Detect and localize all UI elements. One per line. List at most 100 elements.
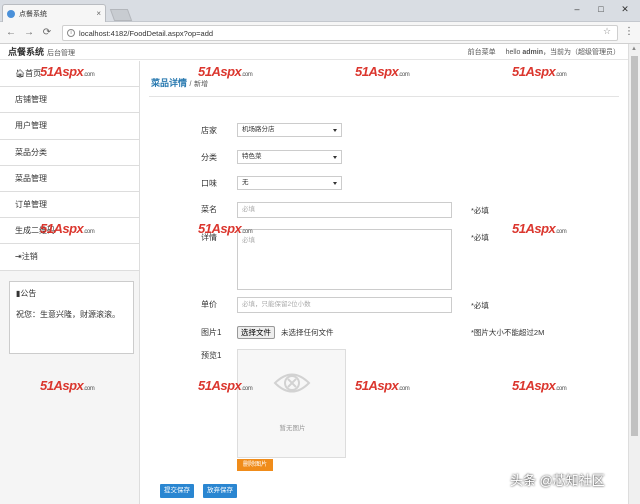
- watermark: 51Aspx.com: [40, 64, 95, 79]
- watermark-tld: .com: [83, 229, 95, 235]
- chevron-down-icon: [333, 182, 337, 185]
- watermark-tld: .com: [241, 72, 253, 78]
- maximize-icon[interactable]: □: [592, 2, 610, 16]
- choose-file-button[interactable]: 选择文件: [237, 326, 275, 339]
- file-status: 未选择任何文件: [281, 328, 334, 337]
- name-hint: *必填: [471, 206, 489, 215]
- sidebar-item-users[interactable]: 用户管理: [0, 113, 139, 140]
- sidebar-item-orders[interactable]: 订单管理: [0, 191, 139, 219]
- flavor-label: 口味: [201, 179, 217, 188]
- watermark-num: 51: [40, 221, 54, 236]
- sidebar-item-label: 注销: [21, 252, 38, 262]
- sidebar-item-categories[interactable]: 菜品分类: [0, 139, 139, 166]
- watermark: 51Aspx.com: [40, 378, 95, 393]
- watermark-word: Aspx: [525, 64, 556, 79]
- price-label: 单价: [201, 300, 217, 309]
- name-label: 菜名: [201, 205, 217, 214]
- preview-label: 预览1: [201, 351, 222, 360]
- sidebar-item-dishes[interactable]: 菜品管理: [0, 165, 139, 192]
- image-hint: *图片大小不能超过2M: [471, 328, 545, 337]
- price-input[interactable]: 必填，只能保留2位小数: [237, 297, 452, 313]
- category-label: 分类: [201, 153, 217, 162]
- sidebar-item-stores[interactable]: 店铺管理: [0, 87, 139, 114]
- minimize-icon[interactable]: –: [568, 2, 586, 16]
- watermark: 51Aspx.com: [512, 64, 567, 79]
- detail-hint: *必填: [471, 233, 489, 242]
- chevron-down-icon: [333, 129, 337, 132]
- submit-button[interactable]: 提交保存: [160, 484, 194, 498]
- watermark-num: 51: [512, 221, 526, 236]
- watermark-word: Aspx: [211, 64, 242, 79]
- store-select[interactable]: 机场路分店: [237, 123, 342, 137]
- app-brand[interactable]: 点餐系统 后台管理: [8, 45, 75, 58]
- watermark-word: Aspx: [368, 64, 399, 79]
- watermark-tld: .com: [555, 229, 567, 235]
- credit-watermark: 头条 @芯知社区: [510, 473, 605, 488]
- image-label: 图片1: [201, 328, 222, 337]
- front-menu-link[interactable]: 前台菜单: [468, 49, 496, 56]
- sidebar-item-label: 订单管理: [15, 199, 47, 209]
- brand-title: 点餐系统: [8, 47, 45, 57]
- flavor-value: 无: [242, 179, 249, 186]
- scrollbar-thumb[interactable]: [631, 56, 638, 436]
- category-select[interactable]: 特色菜: [237, 150, 342, 164]
- watermark-tld: .com: [555, 386, 567, 392]
- name-input[interactable]: 必填: [237, 202, 452, 218]
- delete-image-button[interactable]: 删除图片: [237, 459, 274, 471]
- sidebar-item-label: 菜品分类: [15, 147, 47, 157]
- browser-tab[interactable]: 点餐系统 ×: [2, 4, 106, 22]
- breadcrumb-title: 菜品详情: [151, 78, 188, 88]
- notice-panel: ▮公告 祝您：生意兴隆，财源滚滚。: [9, 281, 134, 354]
- watermark-tld: .com: [241, 386, 253, 392]
- bookmark-star-icon[interactable]: ☆: [603, 26, 611, 37]
- main-content: 菜品详情 / 新增 店家 机场路分店 分类 特色菜 口味 无 菜名 必填 *必填…: [141, 61, 628, 504]
- watermark: 51Aspx.com: [40, 221, 95, 236]
- watermark-num: 51: [198, 378, 212, 393]
- notice-title: ▮公告: [16, 288, 127, 299]
- close-window-icon[interactable]: ✕: [616, 2, 634, 16]
- flavor-select[interactable]: 无: [237, 176, 342, 190]
- brand-subtitle: 后台管理: [47, 50, 76, 57]
- divider: [149, 96, 619, 97]
- info-icon[interactable]: i: [67, 29, 75, 37]
- chevron-down-icon: [333, 156, 337, 159]
- watermark-word: Aspx: [525, 221, 556, 236]
- username[interactable]: admin: [522, 49, 543, 56]
- no-image-icon: [273, 373, 311, 393]
- title-bar: 点餐系统 × – □ ✕: [0, 0, 640, 22]
- url-text: localhost:4182/FoodDetail.aspx?op=add: [79, 28, 214, 38]
- sidebar-item-label: 店铺管理: [15, 95, 47, 105]
- back-icon[interactable]: ←: [4, 26, 18, 40]
- watermark: 51Aspx.com: [198, 221, 253, 236]
- sidebar-item-logout[interactable]: ⇥注销: [0, 244, 139, 271]
- category-value: 特色菜: [242, 153, 262, 160]
- watermark: 51Aspx.com: [512, 378, 567, 393]
- sidebar-item-label: 用户管理: [15, 121, 47, 131]
- forward-icon[interactable]: →: [22, 26, 36, 40]
- watermark: 51Aspx.com: [355, 378, 410, 393]
- watermark-num: 51: [40, 378, 54, 393]
- price-hint: *必填: [471, 301, 489, 310]
- app-header: 点餐系统 后台管理 前台菜单 hello admin，当前为（超级管理员）: [0, 44, 628, 60]
- browser-window: 点餐系统 × – □ ✕ ← → ⟳ i localhost:4182/Food…: [0, 0, 640, 504]
- reload-icon[interactable]: ⟳: [40, 26, 54, 40]
- watermark-tld: .com: [398, 72, 410, 78]
- sidebar-item-label: 菜品管理: [15, 173, 47, 183]
- discard-button[interactable]: 放弃保存: [203, 484, 237, 498]
- detail-textarea[interactable]: 必填: [237, 229, 452, 290]
- vertical-scrollbar[interactable]: ▲: [628, 44, 640, 504]
- watermark-num: 51: [198, 64, 212, 79]
- favicon-icon: [7, 9, 15, 18]
- watermark-tld: .com: [555, 72, 567, 78]
- watermark-word: Aspx: [53, 221, 84, 236]
- watermark-num: 51: [198, 221, 212, 236]
- breadcrumb-sub: 新增: [194, 81, 208, 88]
- scroll-up-icon[interactable]: ▲: [631, 46, 637, 52]
- browser-menu-icon[interactable]: ⋮: [624, 26, 634, 37]
- address-input[interactable]: i localhost:4182/FoodDetail.aspx?op=add: [62, 25, 618, 41]
- notice-title-text: 公告: [20, 289, 37, 298]
- new-tab-button[interactable]: [109, 9, 133, 21]
- close-tab-icon[interactable]: ×: [96, 9, 101, 18]
- watermark-num: 51: [512, 378, 526, 393]
- address-bar-row: ← → ⟳ i localhost:4182/FoodDetail.aspx?o…: [0, 22, 640, 44]
